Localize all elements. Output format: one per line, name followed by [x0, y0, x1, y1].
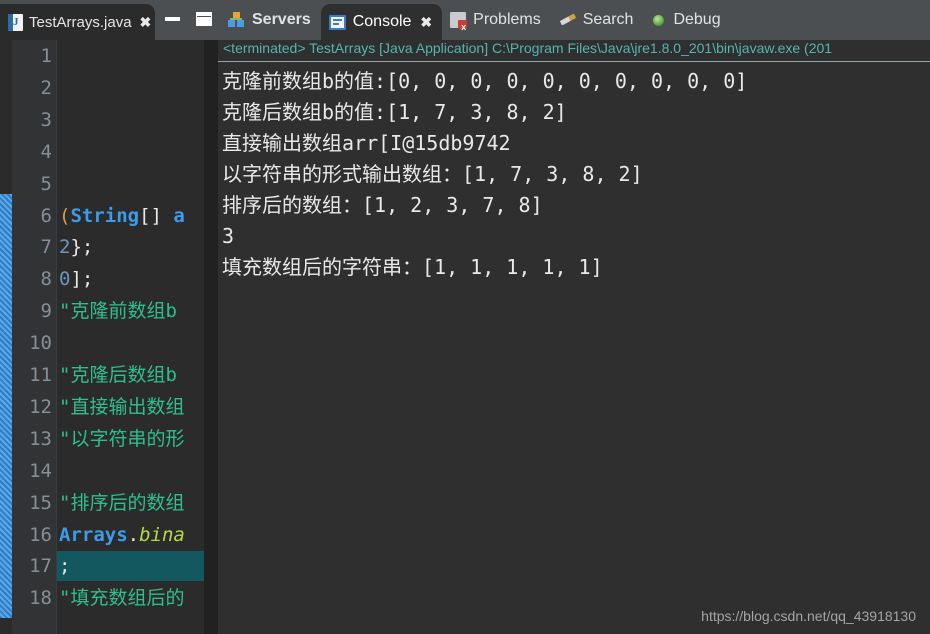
line-number: 13 — [29, 427, 52, 450]
console-output-line: 克隆后数组b的值:[1, 7, 3, 8, 2] — [222, 100, 567, 124]
line-number: 17 — [29, 555, 52, 578]
line-number: 8 — [40, 268, 52, 291]
code-token: 0 — [59, 268, 71, 291]
code-token: 2 — [59, 236, 71, 259]
launch-configuration-line: <terminated> TestArrays [Java Applicatio… — [218, 40, 930, 62]
console-output-line: 填充数组后的字符串：[1, 1, 1, 1, 1] — [222, 255, 603, 279]
console-output-line: 排序后的数组：[1, 2, 3, 7, 8] — [222, 193, 543, 217]
code-token: "直接输出数组 — [59, 395, 185, 418]
line-number: 12 — [29, 395, 52, 418]
tab-label: Console — [352, 13, 412, 30]
maximize-icon[interactable] — [196, 12, 212, 26]
code-token: "以字符串的形 — [59, 427, 185, 450]
java-file-icon — [8, 13, 23, 31]
tab-label: Search — [582, 11, 634, 28]
code-line: "填充数组后的 — [59, 587, 184, 609]
console-output-line: 克隆前数组b的值:[0, 0, 0, 0, 0, 0, 0, 0, 0, 0] — [222, 69, 748, 93]
line-number: 3 — [40, 108, 52, 131]
editor-pane: TestArrays.java ✖ 1234567891011121314151… — [0, 0, 218, 634]
code-text-area[interactable]: (String[] a 2}; 0]; "克隆前数组b "克隆后数组b "直接输出数组 "以… — [57, 40, 218, 634]
line-number: 11 — [29, 364, 52, 386]
console-icon — [328, 14, 346, 30]
code-token: String — [70, 204, 140, 227]
line-number: 9 — [40, 300, 52, 323]
editor-tab-testarrays[interactable]: TestArrays.java ✖ — [0, 4, 155, 40]
code-token: }; — [70, 236, 94, 259]
watermark-url: https://blog.csdn.net/qq_43918130 — [701, 608, 916, 624]
code-token: "克隆前数组b — [59, 300, 177, 323]
current-line-highlight — [57, 551, 218, 582]
code-line: (String[] a — [59, 205, 185, 227]
tab-servers[interactable]: Servers — [220, 0, 321, 40]
code-line: "直接输出数组 — [59, 396, 184, 418]
code-line: "克隆后数组b — [59, 364, 177, 386]
console-output-line: 以字符串的形式输出数组：[1, 7, 3, 8, 2] — [222, 162, 643, 186]
editor-right-edge — [204, 40, 218, 634]
tab-label: Problems — [473, 11, 541, 28]
tab-label: Debug — [673, 11, 721, 28]
code-line: 2}; — [59, 236, 93, 258]
tab-search[interactable]: Search — [551, 0, 644, 40]
console-output-line: 直接输出数组arr[I@15db9742 — [222, 131, 511, 155]
editor-tab-label: TestArrays.java — [29, 13, 132, 31]
minimize-icon[interactable] — [165, 17, 180, 21]
code-token: "排序后的数组 — [59, 491, 185, 514]
code-token: ; — [59, 555, 71, 578]
code-token: . — [127, 523, 140, 546]
search-icon — [559, 13, 576, 28]
code-token: ]; — [70, 268, 94, 291]
code-token: Arrays — [59, 523, 128, 546]
line-number: 18 — [29, 587, 52, 610]
code-token: "克隆后数组b — [59, 364, 177, 386]
line-number: 7 — [40, 236, 52, 259]
tab-label: Servers — [252, 11, 311, 28]
tab-console[interactable]: Console ✖ — [320, 4, 443, 40]
code-token: "填充数组后的 — [59, 587, 185, 610]
code-token: bina — [139, 523, 185, 546]
line-number: 1 — [40, 45, 52, 67]
code-line: 0]; — [59, 268, 93, 290]
tab-close-icon[interactable]: ✖ — [420, 15, 432, 29]
line-number: 2 — [40, 76, 52, 99]
tab-problems[interactable]: Problems — [442, 0, 551, 40]
code-line: "排序后的数组 — [59, 492, 184, 514]
line-number-gutter: 1 2 3 4 5 6 7 8 9 10 11 12 13 14 15 16 17 18 — [12, 40, 57, 634]
console-output-line: 3 — [222, 224, 235, 248]
line-number: 6 — [40, 204, 52, 227]
code-token: ( — [59, 204, 71, 227]
line-number: 5 — [40, 172, 52, 195]
tab-debug[interactable]: Debug — [643, 0, 730, 40]
code-line: Arrays.bina — [59, 524, 185, 546]
editor-tab-bar: TestArrays.java ✖ — [0, 0, 218, 40]
code-token: [] — [139, 204, 162, 227]
line-number: 15 — [29, 491, 52, 514]
eclipse-ide-window: TestArrays.java ✖ 1234567891011121314151… — [0, 0, 930, 634]
view-tab-bar: Servers Console ✖ Problems Search Debug — [218, 0, 930, 40]
editor-body: 1 2 3 4 5 6 7 8 9 10 11 12 13 14 15 16 17 18 (String[] a2… — [0, 40, 218, 634]
window-controls — [165, 5, 212, 33]
line-number: 14 — [29, 459, 52, 482]
debug-icon — [651, 13, 666, 28]
code-token: a — [161, 204, 185, 227]
console-pane: Servers Console ✖ Problems Search Debug <term… — [218, 0, 930, 634]
code-line: ; — [59, 555, 70, 577]
editor-tab-close-icon[interactable]: ✖ — [140, 15, 152, 29]
problems-icon — [450, 12, 468, 32]
code-line: "克隆前数组b — [59, 300, 177, 322]
line-number: 10 — [29, 332, 52, 355]
servers-icon — [228, 12, 245, 28]
code-line: "以字符串的形 — [59, 428, 184, 450]
line-number: 16 — [29, 523, 52, 546]
console-output[interactable]: 克隆前数组b的值:[0, 0, 0, 0, 0, 0, 0, 0, 0, 0] 克… — [218, 62, 930, 632]
line-number: 4 — [40, 140, 52, 163]
